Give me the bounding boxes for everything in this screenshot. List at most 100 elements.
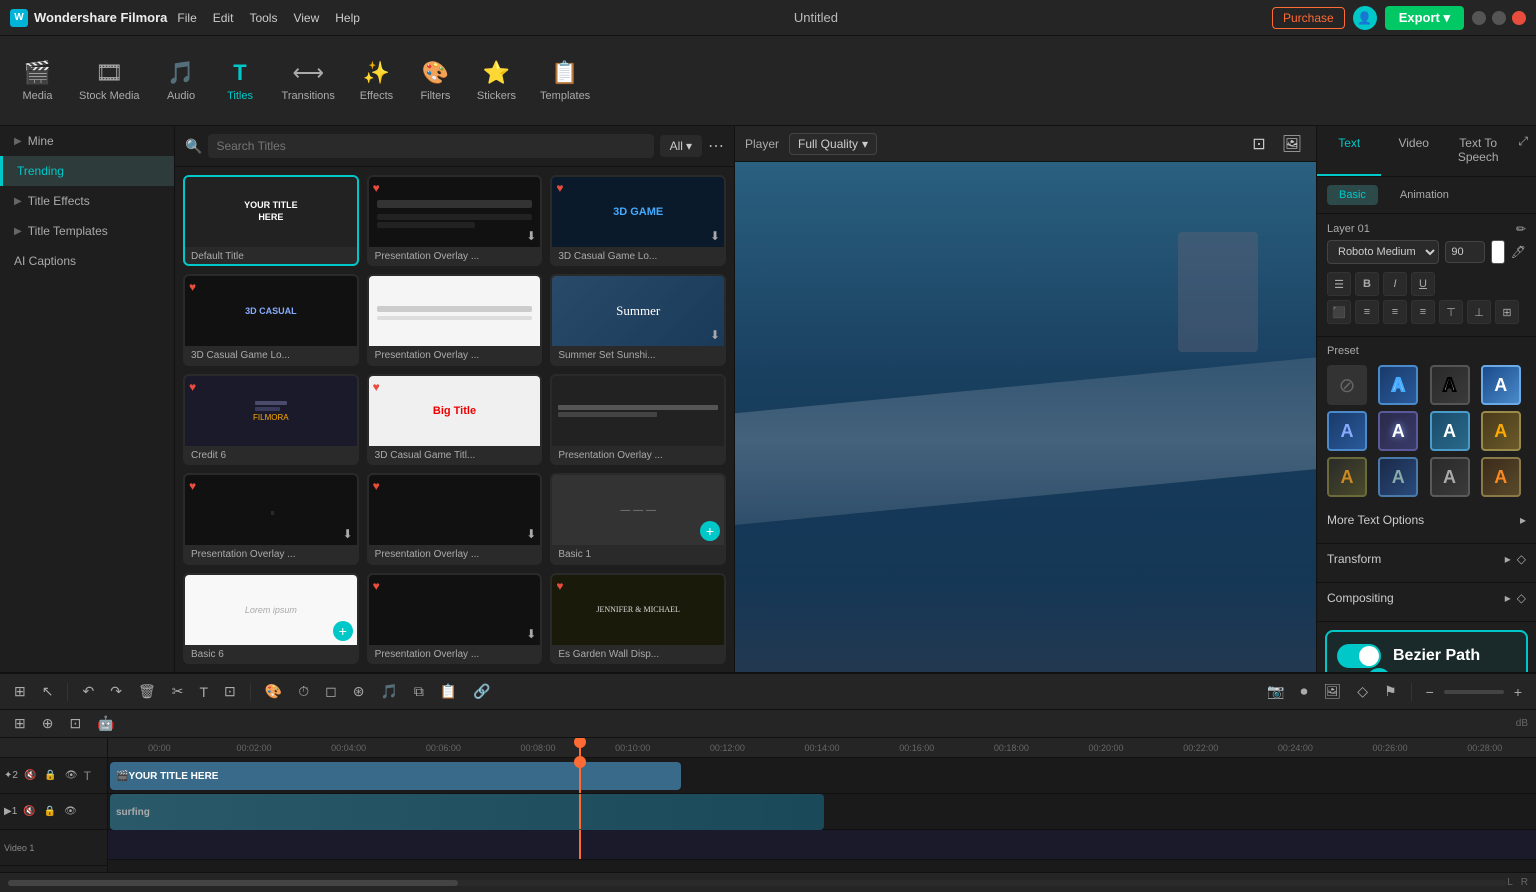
zoom-in-btn[interactable]: + xyxy=(1508,680,1528,704)
align-top-btn[interactable]: ⊤ xyxy=(1439,300,1463,324)
transform-keyframe[interactable]: ◇ xyxy=(1517,552,1526,566)
tl-redo[interactable]: ↷ xyxy=(104,679,128,704)
tl-record[interactable]: ⏺ xyxy=(1295,679,1314,704)
tl-speed[interactable]: ⏱ xyxy=(292,679,315,704)
menu-help[interactable]: Help xyxy=(335,11,360,25)
playhead[interactable] xyxy=(579,738,581,757)
quality-select[interactable]: Full Quality ▾ xyxy=(789,133,877,155)
title-card-pres5[interactable]: ♥ ⬇ Presentation Overlay ... xyxy=(367,473,543,564)
expand-panel-button[interactable]: ⤢ xyxy=(1510,126,1536,176)
tab-text[interactable]: Text xyxy=(1317,126,1381,176)
tl-transform[interactable]: ◻ xyxy=(319,679,343,704)
menu-edit[interactable]: Edit xyxy=(213,11,234,25)
menu-view[interactable]: View xyxy=(293,11,319,25)
tl-select[interactable]: ↖ xyxy=(36,679,60,704)
tl-audio-adj[interactable]: 🎵 xyxy=(374,679,403,704)
title-card-3d1[interactable]: ♥ 3D GAME ⬇ 3D Casual Game Lo... xyxy=(550,175,726,266)
font-color-swatch[interactable] xyxy=(1491,240,1505,264)
tool-templates[interactable]: 📋 Templates xyxy=(530,54,600,108)
title-card-pres3[interactable]: Presentation Overlay ... xyxy=(550,374,726,465)
bezier-toggle[interactable] xyxy=(1337,644,1381,668)
format-underline-btn[interactable]: U xyxy=(1411,272,1435,296)
sidebar-item-mine[interactable]: ▶ Mine xyxy=(0,126,174,156)
font-size-input[interactable] xyxy=(1445,241,1485,263)
user-avatar[interactable]: 👤 xyxy=(1353,6,1377,30)
tl-undo[interactable]: ↶ xyxy=(76,679,100,704)
preset-a-blue2[interactable]: A xyxy=(1327,411,1367,451)
align-left-btn[interactable]: ⬛ xyxy=(1327,300,1351,324)
title-card-3d2[interactable]: ♥ 3D CASUAL 3D Casual Game Lo... xyxy=(183,274,359,365)
timeline-scrollbar[interactable] xyxy=(8,880,1507,886)
tl-snap[interactable]: ⊡ xyxy=(63,711,87,736)
tool-stickers[interactable]: ⭐ Stickers xyxy=(467,54,526,108)
preset-a-gray[interactable]: A xyxy=(1430,457,1470,497)
preset-a-dark[interactable]: A xyxy=(1430,365,1470,405)
track-lock-video[interactable]: 🔒 xyxy=(42,804,58,819)
tl-delete[interactable]: 🗑 xyxy=(132,679,162,704)
title-card-3dtitle[interactable]: ♥ Big Title 3D Casual Game Titl... xyxy=(367,374,543,465)
tl-add-media[interactable]: ⊞ xyxy=(8,711,32,736)
menu-file[interactable]: File xyxy=(177,11,196,25)
title-card-presentation1[interactable]: ♥ ⬇ Presentation Overlay ... xyxy=(367,175,543,266)
tool-effects[interactable]: ✨ Effects xyxy=(349,54,404,108)
tl-stabilize[interactable]: ⊛ xyxy=(347,679,371,704)
tl-text[interactable]: T xyxy=(193,680,214,704)
sidebar-item-trending[interactable]: Trending xyxy=(0,156,174,186)
format-italic-btn[interactable]: I xyxy=(1383,272,1407,296)
title-card-basic6[interactable]: Lorem ipsum + Basic 6 xyxy=(183,573,359,664)
track-mute-title[interactable]: 🔇 xyxy=(22,768,38,783)
tool-media[interactable]: 🎬 Media xyxy=(10,54,65,108)
purchase-button[interactable]: Purchase xyxy=(1272,7,1345,29)
title-card-default[interactable]: YOUR TITLEHERE Default Title xyxy=(183,175,359,266)
preset-a-gold[interactable]: A xyxy=(1481,411,1521,451)
tl-paste[interactable]: 📋 xyxy=(434,679,463,704)
align-bottom-btn[interactable]: ⊞ xyxy=(1495,300,1519,324)
search-input[interactable] xyxy=(208,134,653,158)
minimize-button[interactable] xyxy=(1472,11,1486,25)
close-button[interactable] xyxy=(1512,11,1526,25)
preset-a-purple[interactable]: A xyxy=(1378,411,1418,451)
more-options-icon[interactable]: ⋯ xyxy=(708,136,724,156)
tl-scene-detect[interactable]: ⊞ xyxy=(8,679,32,704)
preset-a-dk-gold[interactable]: A xyxy=(1327,457,1367,497)
preset-a-teal[interactable]: A xyxy=(1430,411,1470,451)
tl-keyframe[interactable]: ◇ xyxy=(1351,679,1374,704)
sidebar-item-title-templates[interactable]: ▶ Title Templates xyxy=(0,216,174,246)
font-select[interactable]: Roboto Medium xyxy=(1327,240,1439,264)
transform-expand[interactable]: ▸ xyxy=(1505,552,1511,566)
track-lock-title[interactable]: 🔒 xyxy=(42,768,58,783)
title-card-basic1[interactable]: + — — — Basic 1 xyxy=(550,473,726,564)
align-middle-btn[interactable]: ⊥ xyxy=(1467,300,1491,324)
title-card-pres2[interactable]: Presentation Overlay ... xyxy=(367,274,543,365)
color-picker-icon[interactable]: 🖊 xyxy=(1511,245,1526,259)
tl-color[interactable]: 🎨 xyxy=(259,679,288,704)
subtab-animation[interactable]: Animation xyxy=(1388,185,1461,205)
add-icon-basic1[interactable]: + xyxy=(700,521,720,541)
align-center-btn[interactable]: ≡ xyxy=(1355,300,1379,324)
edit-icon[interactable]: ✏ xyxy=(1516,222,1526,236)
tl-copy[interactable]: ⧉ xyxy=(408,679,430,704)
track-mute-video[interactable]: 🔇 xyxy=(21,804,37,819)
title-card-credit6[interactable]: ♥ FILMORA Credit 6 xyxy=(183,374,359,465)
tool-filters[interactable]: 🎨 Filters xyxy=(408,54,463,108)
tab-video[interactable]: Video xyxy=(1381,126,1445,176)
tl-add-audio[interactable]: ⊕ xyxy=(36,711,60,736)
tl-ai[interactable]: 🤖 xyxy=(91,711,120,736)
title-clip[interactable]: 🎬 YOUR TITLE HERE xyxy=(110,762,681,790)
zoom-out-btn[interactable]: − xyxy=(1420,680,1440,704)
video-clip[interactable]: surfing xyxy=(110,794,824,830)
compositing-expand[interactable]: ▸ xyxy=(1505,591,1511,605)
tool-audio[interactable]: 🎵 Audio xyxy=(154,54,209,108)
preset-a-grad-blue[interactable]: A xyxy=(1481,365,1521,405)
subtab-basic[interactable]: Basic xyxy=(1327,185,1378,205)
preset-a-orange[interactable]: A xyxy=(1481,457,1521,497)
all-filter-button[interactable]: All ▾ xyxy=(660,135,702,157)
align-right-btn[interactable]: ≡ xyxy=(1383,300,1407,324)
tl-crop[interactable]: ⊡ xyxy=(218,679,242,704)
align-justify-btn[interactable]: ≡ xyxy=(1411,300,1435,324)
add-icon-basic6[interactable]: + xyxy=(333,621,353,641)
tl-camera[interactable]: 📷 xyxy=(1261,679,1290,704)
tab-tts[interactable]: Text To Speech xyxy=(1446,126,1510,176)
tl-cut[interactable]: ✂ xyxy=(166,679,190,704)
fullscreen-button[interactable]: ⊡ xyxy=(1248,130,1269,158)
